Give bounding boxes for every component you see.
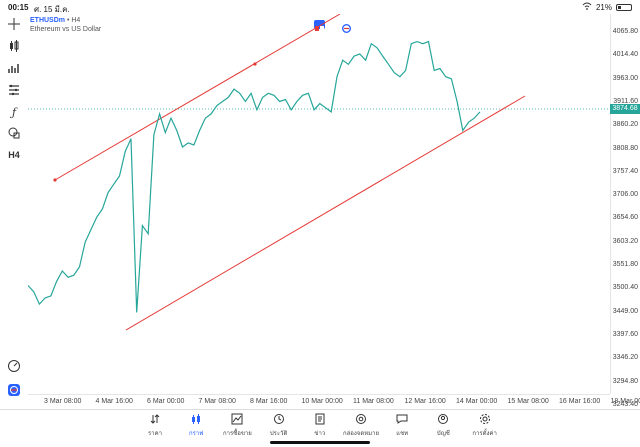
time-axis-label: 6 Mar 00:00 xyxy=(147,398,185,405)
time-axis-label: 10 Mar 00:00 xyxy=(301,398,343,405)
nav-label: กล่องจดหมาย xyxy=(342,431,380,437)
price-series-line xyxy=(28,40,481,313)
status-right: 21% xyxy=(582,2,632,12)
time-axis-label: 11 Mar 08:00 xyxy=(353,398,394,405)
price-axis-label: 3860.20 xyxy=(612,121,638,129)
speedometer-icon[interactable] xyxy=(6,358,22,374)
price-axis-label: 3551.80 xyxy=(612,261,638,268)
trade-icon xyxy=(217,412,257,426)
price-axis[interactable]: 3874.68 4065.80 4014.40 3963.00 3911.60 3860… xyxy=(610,14,640,408)
price-axis-label: 4014.40 xyxy=(612,51,638,59)
price-axis-label: 3603.20 xyxy=(612,237,638,245)
battery-percent: 21% xyxy=(595,2,612,12)
timeframe-button[interactable]: H4 xyxy=(6,147,22,163)
crosshair-icon[interactable] xyxy=(6,16,22,32)
status-time: 00:15 xyxy=(8,3,29,12)
nav-label: ข่าว xyxy=(314,431,326,437)
shapes-icon[interactable] xyxy=(6,125,22,141)
price-axis-label: 3757.40 xyxy=(612,167,638,175)
status-bar: 00:15 ศ. 15 มี.ค. 21% xyxy=(0,0,640,14)
news-icon xyxy=(300,412,340,426)
mailbox-icon xyxy=(341,412,381,426)
history-icon xyxy=(259,412,299,426)
time-axis-label: 7 Mar 08:00 xyxy=(198,398,236,405)
price-axis-label: 3808.80 xyxy=(612,144,638,152)
price-axis-label: 3911.60 xyxy=(613,97,638,105)
chart-icon xyxy=(176,412,216,426)
function-icon[interactable]: ƒ xyxy=(6,104,22,120)
candles-icon[interactable] xyxy=(6,38,22,54)
chat-icon xyxy=(382,412,422,426)
price-axis-label: 3500.40 xyxy=(612,284,638,292)
home-indicator xyxy=(270,441,370,444)
nav-label: การซื้อขาย xyxy=(222,431,252,437)
one-click-trading-icon[interactable] xyxy=(6,382,22,398)
price-axis-label: 3294.80 xyxy=(612,377,638,385)
nav-item-settings[interactable]: การตั้งค่า xyxy=(465,412,505,438)
price-axis-label: 3654.60 xyxy=(612,214,638,222)
nav-item-account[interactable]: บัญชี xyxy=(423,412,463,438)
nav-label: ราคา xyxy=(148,431,162,437)
nav-label: บัญชี xyxy=(436,431,450,437)
left-toolbar: ƒ H4 xyxy=(0,14,28,409)
nav-item-history[interactable]: ประวัติ xyxy=(259,412,299,438)
bars-icon[interactable] xyxy=(6,60,22,76)
time-axis-label: 15 Mar 08:00 xyxy=(507,398,549,405)
chart-plot xyxy=(28,14,610,331)
nav-item-chart[interactable]: กราฟ xyxy=(176,412,216,438)
nav-label: การตั้งค่า xyxy=(472,431,497,437)
price-axis-label: 3449.00 xyxy=(612,307,638,315)
quotes-icon xyxy=(135,412,175,426)
nav-item-chat[interactable]: แชท xyxy=(382,412,422,438)
battery-icon xyxy=(616,3,632,11)
nav-label: แชท xyxy=(396,431,409,437)
price-axis-label: 3397.60 xyxy=(612,330,638,338)
current-price-badge: 3874.68 xyxy=(610,104,640,114)
account-icon xyxy=(423,412,463,426)
nav-item-trade[interactable]: การซื้อขาย xyxy=(217,412,257,438)
wifi-icon xyxy=(582,2,592,12)
nav-item-news[interactable]: ข่าว xyxy=(300,412,340,438)
channel-anchor-left[interactable] xyxy=(53,178,57,182)
time-axis-label: 18 Mar 00:00 xyxy=(610,398,640,405)
time-axis-label: 16 Mar 16:00 xyxy=(559,398,601,405)
time-axis[interactable]: 3 Mar 08:00 4 Mar 16:00 6 Mar 00:00 7 Mar 0… xyxy=(28,394,640,409)
nav-label: กราฟ xyxy=(188,431,204,437)
nav-item-quotes[interactable]: ราคา xyxy=(135,412,175,438)
time-axis-label: 3 Mar 08:00 xyxy=(44,398,82,405)
settings-icon xyxy=(465,412,505,426)
nav-label: ประวัติ xyxy=(269,431,288,437)
time-axis-label: 8 Mar 16:00 xyxy=(250,398,288,405)
price-axis-label: 4065.80 xyxy=(612,28,638,35)
trend-channel[interactable] xyxy=(53,14,526,331)
time-axis-label: 14 Mar 00:00 xyxy=(456,398,498,405)
price-axis-label: 3963.00 xyxy=(612,74,638,82)
time-axis-label: 12 Mar 16:00 xyxy=(404,398,446,405)
price-axis-label: 3346.20 xyxy=(612,354,638,362)
price-chart[interactable]: ETHUSDm • H4 Ethereum vs US Dollar 3874.… xyxy=(28,14,640,409)
channel-anchor-right[interactable] xyxy=(253,62,257,66)
time-axis-label: 4 Mar 16:00 xyxy=(95,398,133,405)
indicators-icon[interactable] xyxy=(6,82,22,98)
nav-item-mailbox[interactable]: กล่องจดหมาย xyxy=(341,412,381,438)
price-axis-label: 3706.00 xyxy=(612,191,638,199)
